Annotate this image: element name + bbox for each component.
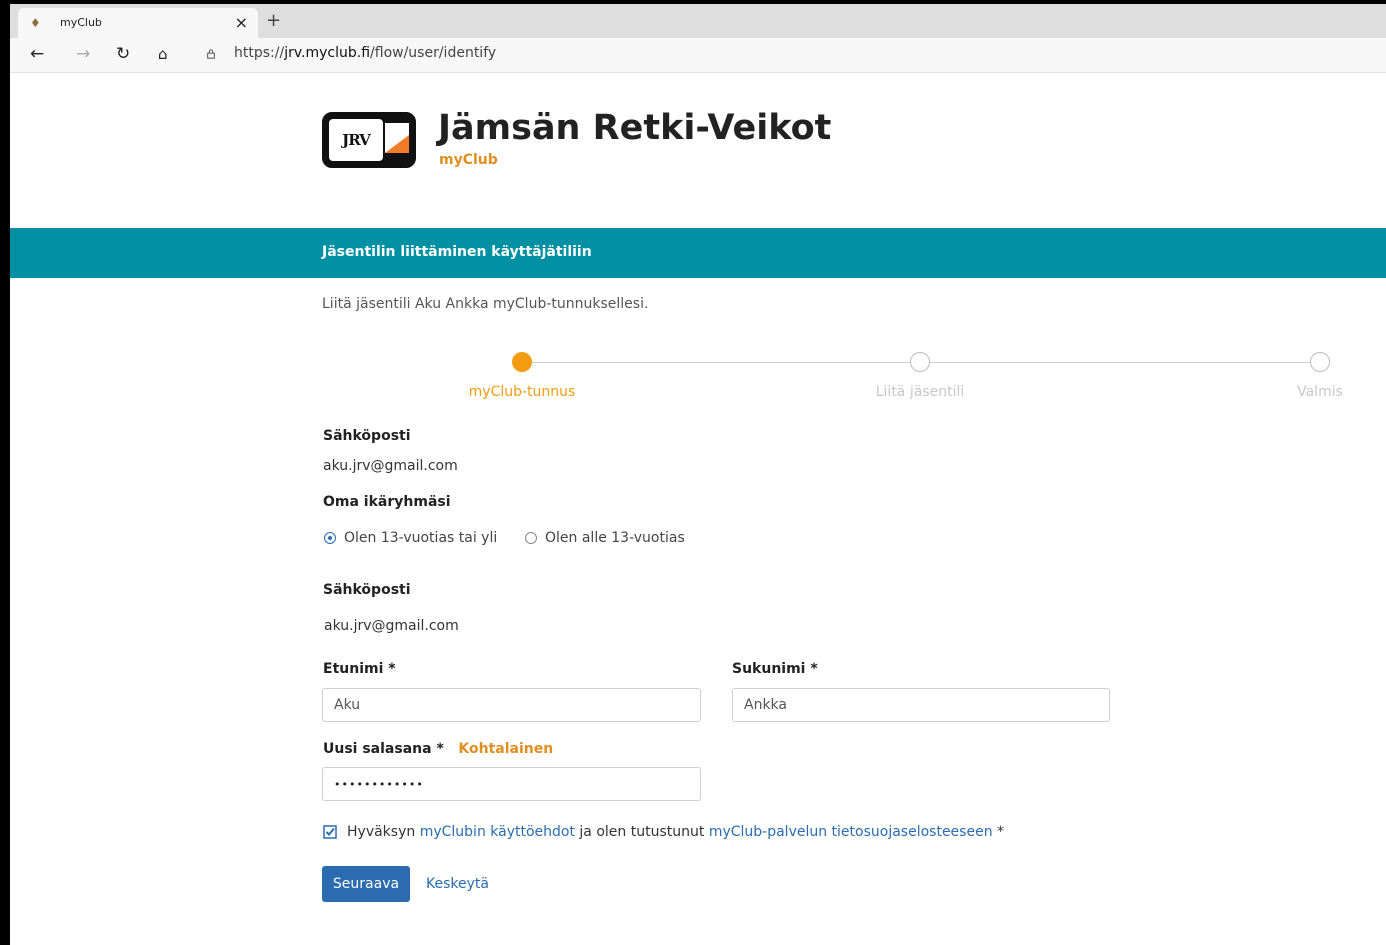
tab-title: myClub	[60, 16, 102, 29]
next-button[interactable]: Seuraava	[322, 866, 410, 902]
email-value-2: aku.jrv@gmail.com	[324, 618, 459, 634]
last-name-label: Sukunimi *	[732, 661, 818, 677]
back-icon[interactable]: ←	[30, 44, 44, 64]
age-option-over-13[interactable]: Olen 13-vuotias tai yli	[324, 530, 497, 546]
cancel-link[interactable]: Keskeytä	[426, 876, 489, 892]
email-value: aku.jrv@gmail.com	[323, 458, 458, 474]
step-dot-active	[512, 352, 532, 372]
radio-icon[interactable]	[525, 532, 537, 544]
age-option-label: Olen 13-vuotias tai yli	[344, 530, 498, 546]
orienteering-flag-icon	[385, 123, 409, 153]
home-icon[interactable]: ⌂	[158, 44, 168, 64]
forward-icon[interactable]: →	[76, 44, 90, 64]
age-option-under-13[interactable]: Olen alle 13-vuotias	[525, 530, 685, 546]
step-label-1: myClub-tunnus	[468, 384, 576, 400]
radio-selected-icon[interactable]	[324, 532, 336, 544]
browser-navbar: ← → ↻ ⌂ https://jrv.myclub.fi/flow/user/…	[10, 38, 1386, 73]
new-tab-button[interactable]: +	[266, 10, 281, 31]
step-dot	[1310, 352, 1330, 372]
password-input[interactable]: ••••••••••••	[322, 767, 701, 801]
terms-checkbox-row[interactable]: Hyväksyn myClubin käyttöehdot ja olen tu…	[323, 824, 1004, 840]
section-banner: Jäsentilin liittäminen käyttäjätiliin	[10, 228, 1386, 278]
banner-title: Jäsentilin liittäminen käyttäjätiliin	[322, 244, 592, 260]
address-bar[interactable]: https://jrv.myclub.fi/flow/user/identify	[234, 45, 496, 61]
password-label: Uusi salasana * Kohtalainen	[323, 741, 554, 757]
checkbox-checked-icon[interactable]	[323, 825, 337, 839]
app-name: myClub	[439, 152, 498, 168]
logo-text: JRV	[329, 119, 383, 161]
step-label-2: Liitä jäsentili	[875, 384, 965, 400]
age-group-label: Oma ikäryhmäsi	[323, 494, 451, 510]
email-label: Sähköposti	[323, 428, 411, 444]
url-prefix: https://	[234, 45, 285, 61]
terms-link[interactable]: myClubin käyttöehdot	[420, 824, 575, 840]
club-logo: JRV	[322, 112, 416, 168]
url-host: jrv.myclub.fi	[284, 45, 371, 61]
window-frame-left	[0, 0, 10, 945]
first-name-input[interactable]: Aku	[322, 688, 701, 722]
favicon-icon: ♦	[30, 16, 41, 30]
step-label-3: Valmis	[1297, 384, 1343, 400]
privacy-link[interactable]: myClub-palvelun tietosuojaselosteeseen	[709, 824, 993, 840]
email-label-2: Sähköposti	[323, 582, 411, 598]
lock-icon	[207, 49, 215, 59]
browser-tab[interactable]: ♦ myClub ×	[18, 8, 258, 38]
last-name-input[interactable]: Ankka	[732, 688, 1110, 722]
age-option-label: Olen alle 13-vuotias	[545, 530, 685, 546]
first-name-label: Etunimi *	[323, 661, 396, 677]
step-connector	[922, 362, 1322, 363]
url-path: /flow/user/identify	[370, 45, 497, 61]
reload-icon[interactable]: ↻	[116, 44, 130, 64]
step-dot	[910, 352, 930, 372]
intro-text: Liitä jäsentili Aku Ankka myClub-tunnuks…	[322, 296, 649, 312]
password-strength: Kohtalainen	[458, 741, 554, 757]
club-name: Jämsän Retki-Veikot	[438, 108, 832, 148]
tab-close-icon[interactable]: ×	[235, 13, 248, 32]
browser-tabbar: ♦ myClub × +	[10, 4, 1386, 38]
progress-steps: myClub-tunnus Liitä jäsentili Valmis	[322, 350, 1386, 410]
